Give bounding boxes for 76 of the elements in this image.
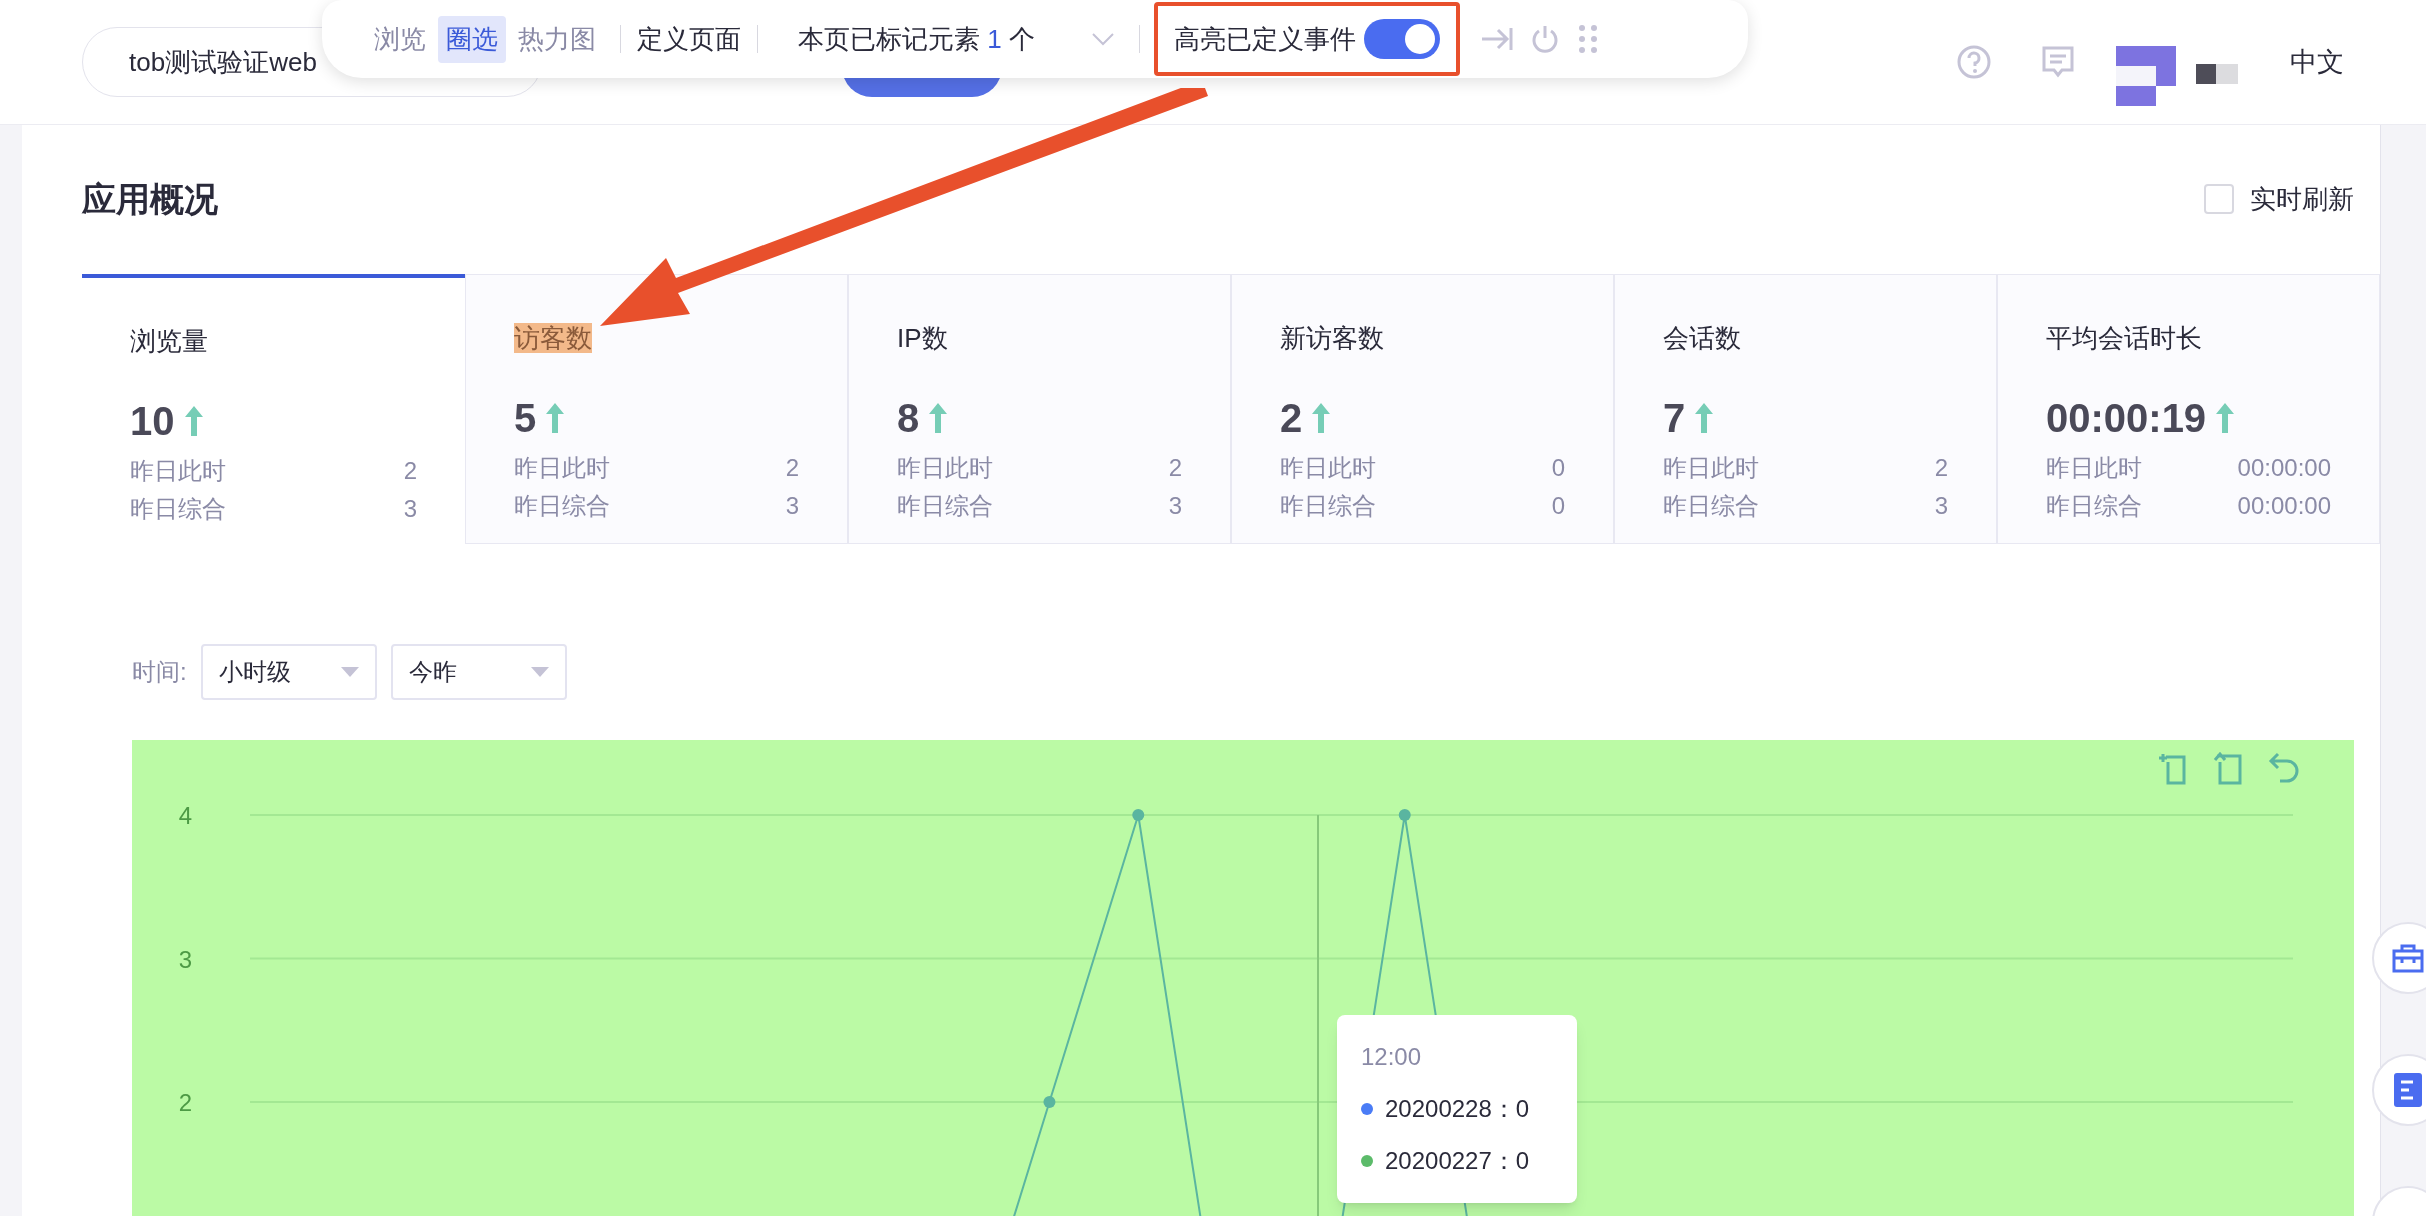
comparison-value: 00:00:00 xyxy=(2237,452,2331,483)
metric-value: 5 xyxy=(514,394,537,442)
metric-card[interactable]: 会话数 7 昨日此时 2 昨日综合 3 xyxy=(1614,273,1997,544)
metric-card[interactable]: 平均会话时长 00:00:19 昨日此时 00:00:00 昨日综合 00:00:00 xyxy=(1997,273,2380,544)
tooltip-title: 12:00 xyxy=(1361,1042,1423,1072)
comparison-label: 昨日综合 xyxy=(130,493,226,524)
metric-value: 00:00:19 xyxy=(2046,394,2207,442)
realtime-label: 实时刷新 xyxy=(2250,182,2354,216)
comparison-value: 0 xyxy=(1551,452,1565,483)
comparison-label: 昨日此时 xyxy=(897,452,993,483)
comparison-label: 昨日综合 xyxy=(514,490,610,521)
help-icon[interactable] xyxy=(1956,44,1992,80)
drag-handle-icon[interactable] xyxy=(1577,24,1598,54)
time-filter-label: 时间: xyxy=(132,657,187,687)
chevron-down-icon[interactable] xyxy=(1090,32,1115,46)
marked-elements-label: 本页已标记元素 1 个 xyxy=(798,22,1035,56)
comparison-label: 昨日综合 xyxy=(1663,490,1759,521)
section-title: 应用概况 xyxy=(82,178,218,220)
highlight-label: 高亮已定义事件 xyxy=(1173,22,1356,56)
comparison-value: 3 xyxy=(1168,490,1182,521)
metric-card[interactable]: IP数 8 昨日此时 2 昨日综合 3 xyxy=(848,273,1231,544)
comparison-label: 昨日此时 xyxy=(130,455,226,486)
language-label: 中文 xyxy=(2290,45,2344,79)
document-icon xyxy=(2394,1073,2422,1107)
collapse-right-icon[interactable] xyxy=(1479,25,1514,53)
dropdown-caret-icon xyxy=(340,667,359,677)
metric-label: 新访客数 xyxy=(1280,322,1384,353)
comparison-value: 3 xyxy=(785,490,799,521)
comparison-value: 2 xyxy=(1934,452,1948,483)
zoom-reset-icon[interactable] xyxy=(2213,751,2242,785)
metric-card[interactable]: 新访客数 2 昨日此时 0 昨日综合 0 xyxy=(1231,273,1614,544)
comparison-value: 2 xyxy=(1168,452,1182,483)
comparison-label: 昨日此时 xyxy=(1280,452,1376,483)
document-button[interactable] xyxy=(2372,1054,2426,1126)
comparison-label: 昨日此时 xyxy=(2046,452,2142,483)
metric-label: IP数 xyxy=(897,322,948,353)
y-tick-label: 3 xyxy=(178,945,192,973)
zoom-icon[interactable] xyxy=(2157,752,2186,785)
highlight-toggle[interactable] xyxy=(1363,19,1440,59)
tooltip-value: 20200228：0 xyxy=(1385,1094,1530,1124)
comparison-value: 2 xyxy=(403,455,417,486)
mode-tab[interactable]: 圈选 xyxy=(438,15,506,63)
comparison-label: 昨日综合 xyxy=(2046,490,2142,521)
toolbox-button[interactable] xyxy=(2372,922,2426,994)
metric-value: 8 xyxy=(897,394,920,442)
comparison-value: 3 xyxy=(403,493,417,524)
toolbox-icon xyxy=(2391,943,2425,973)
metric-label: 平均会话时长 xyxy=(2046,322,2202,353)
metric-label: 访客数 xyxy=(514,322,592,353)
comparison-value: 2 xyxy=(785,452,799,483)
comparison-label: 昨日综合 xyxy=(1280,490,1376,521)
time-select[interactable]: 小时级 xyxy=(200,644,377,700)
logo-drawing xyxy=(2114,46,2176,108)
metric-value: 7 xyxy=(1663,394,1686,442)
realtime-checkbox[interactable] xyxy=(2204,184,2234,215)
comparison-label: 昨日此时 xyxy=(1663,452,1759,483)
comparison-label: 昨日综合 xyxy=(897,490,993,521)
time-select[interactable]: 今昨 xyxy=(390,644,567,700)
define-page-button[interactable]: 定义页面 xyxy=(637,19,741,59)
message-icon[interactable] xyxy=(2042,46,2074,78)
comparison-label: 昨日此时 xyxy=(514,452,610,483)
metric-card[interactable]: 访客数 5 昨日此时 2 昨日综合 3 xyxy=(465,273,848,544)
data-point xyxy=(1043,1096,1056,1108)
y-tick-label: 4 xyxy=(178,802,192,829)
metric-value: 10 xyxy=(130,397,175,445)
comparison-value: 00:00:00 xyxy=(2237,490,2331,521)
metric-value: 2 xyxy=(1280,394,1303,442)
metric-label: 会话数 xyxy=(1663,322,1741,353)
y-tick-label: 2 xyxy=(178,1089,192,1116)
metric-label: 浏览量 xyxy=(130,325,208,356)
undo-icon[interactable] xyxy=(2269,752,2299,783)
avatar-drawing xyxy=(2196,64,2238,84)
comparison-value: 3 xyxy=(1934,490,1948,521)
tooltip-value: 20200227：0 xyxy=(1385,1146,1530,1176)
comparison-value: 0 xyxy=(1551,490,1565,521)
dropdown-caret-icon xyxy=(530,667,549,677)
